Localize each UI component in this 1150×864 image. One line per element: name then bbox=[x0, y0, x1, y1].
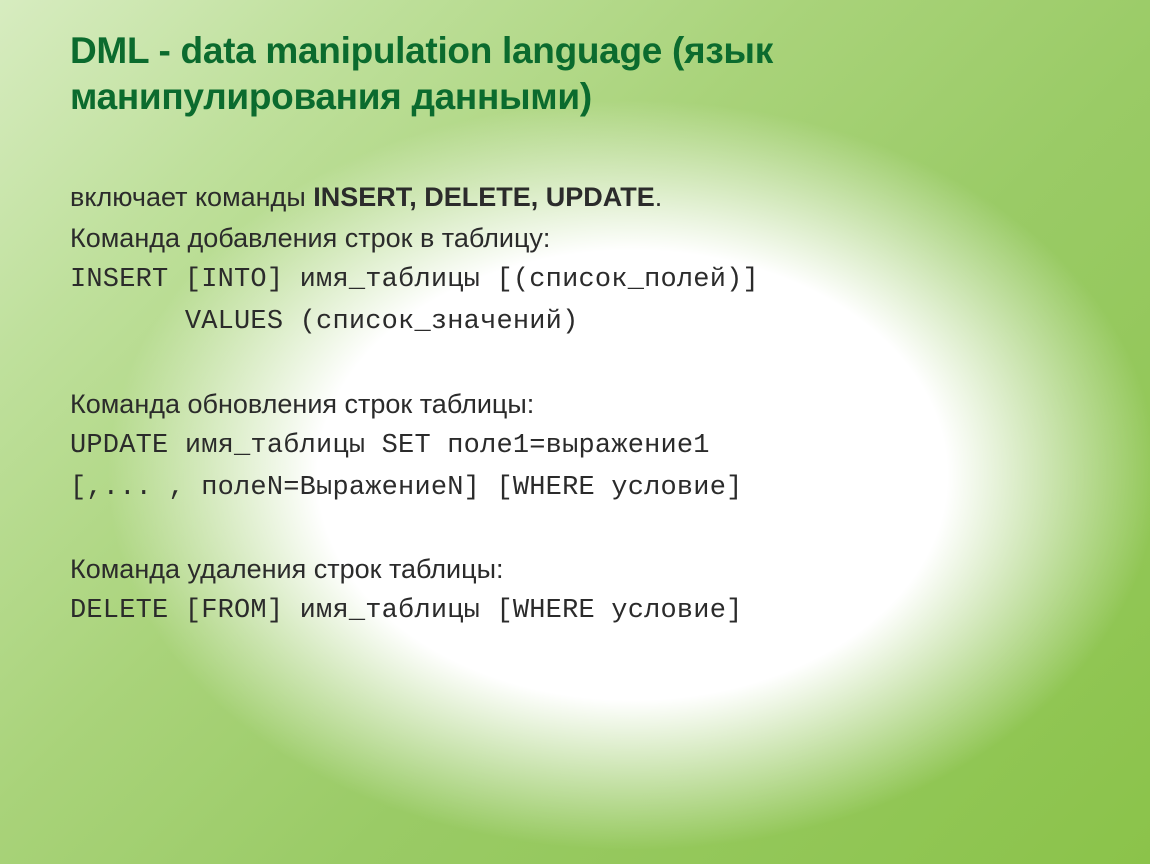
update-caption: Команда обновления строк таблицы: bbox=[70, 384, 1080, 426]
insert-section: Команда добавления строк в таблицу: INSE… bbox=[70, 218, 1080, 344]
intro-label: включает команды bbox=[70, 182, 313, 212]
delete-caption: Команда удаления строк таблицы: bbox=[70, 549, 1080, 591]
insert-code: INSERT [INTO] имя_таблицы [(список_полей… bbox=[70, 260, 1080, 344]
slide: DML - data manipulation language (язык м… bbox=[0, 0, 1150, 864]
intro-line: включает команды INSERT, DELETE, UPDATE. bbox=[70, 177, 1080, 219]
slide-body: включает команды INSERT, DELETE, UPDATE.… bbox=[70, 177, 1080, 634]
intro-tail: . bbox=[655, 182, 663, 212]
update-code: UPDATE имя_таблицы SET поле1=выражение1 … bbox=[70, 426, 1080, 510]
intro-commands: INSERT, DELETE, UPDATE bbox=[313, 182, 655, 212]
slide-title: DML - data manipulation language (язык м… bbox=[70, 28, 1080, 121]
insert-caption: Команда добавления строк в таблицу: bbox=[70, 218, 1080, 260]
delete-section: Команда удаления строк таблицы: DELETE [… bbox=[70, 549, 1080, 633]
update-section: Команда обновления строк таблицы: UPDATE… bbox=[70, 384, 1080, 510]
delete-code: DELETE [FROM] имя_таблицы [WHERE условие… bbox=[70, 591, 1080, 633]
